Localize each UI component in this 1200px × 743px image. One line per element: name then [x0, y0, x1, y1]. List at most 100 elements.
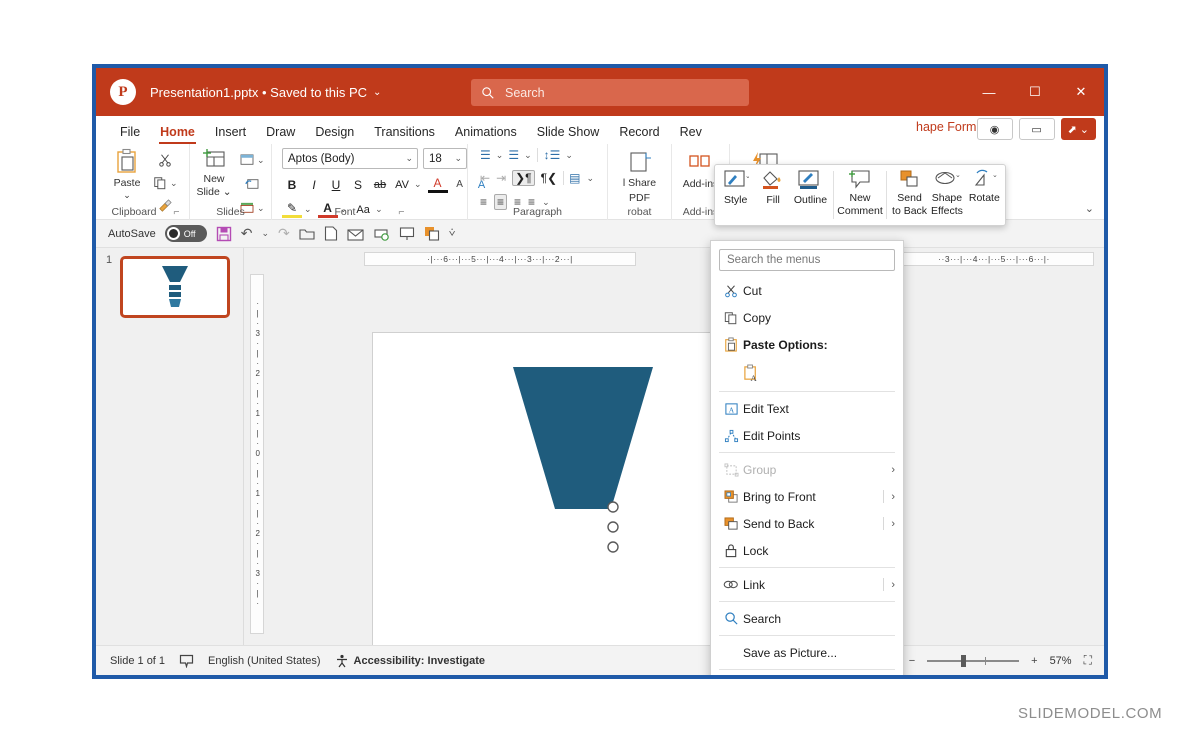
- tab-review[interactable]: Rev: [670, 123, 712, 144]
- align-text-button[interactable]: ¶❮: [541, 171, 558, 185]
- autosave-toggle[interactable]: Off: [164, 225, 207, 242]
- menu-item-label: Search: [743, 611, 782, 626]
- dialog-launcher-icon[interactable]: ⌐: [398, 206, 404, 218]
- accessibility-label[interactable]: Accessibility: Investigate: [354, 655, 485, 667]
- mini-fill-label: Fill: [766, 194, 780, 206]
- new-icon[interactable]: [324, 226, 338, 241]
- zoom-slider[interactable]: [927, 654, 1020, 667]
- tab-record[interactable]: Record: [609, 123, 669, 144]
- email-icon[interactable]: [347, 227, 364, 241]
- share-pdf-label[interactable]: l Share: [623, 177, 656, 189]
- font-size-combo[interactable]: 18 ⌄: [423, 148, 467, 169]
- redo-icon[interactable]: ↷: [278, 225, 290, 242]
- duplicate-icon[interactable]: [424, 226, 440, 241]
- present-icon[interactable]: [399, 226, 415, 241]
- menu-item-link[interactable]: Link ›: [711, 571, 903, 598]
- zoom-in-button[interactable]: +: [1031, 655, 1037, 667]
- menu-item-save-as-picture[interactable]: Save as Picture...: [711, 639, 903, 666]
- chevron-right-icon[interactable]: ›: [891, 579, 895, 591]
- menu-search-input[interactable]: Search the menus: [719, 249, 895, 271]
- mini-rotate-button[interactable]: ⌄ Rotate: [966, 169, 1003, 204]
- mini-outline-button[interactable]: Outline: [792, 169, 829, 206]
- dialog-launcher-icon[interactable]: ⌐: [173, 206, 179, 218]
- add-ins-label[interactable]: Add-ins: [683, 178, 719, 190]
- close-button[interactable]: ✕: [1058, 68, 1104, 116]
- tab-draw[interactable]: Draw: [256, 123, 305, 144]
- search-box[interactable]: Search: [471, 79, 749, 106]
- bullets-button[interactable]: ☰: [480, 148, 491, 162]
- print-preview-icon[interactable]: [373, 226, 390, 241]
- decrease-indent-button[interactable]: ⇤: [480, 171, 490, 185]
- menu-item-search[interactable]: Search: [711, 605, 903, 632]
- record-button[interactable]: ◉: [976, 118, 1013, 140]
- line-spacing-button[interactable]: ↕☰: [536, 148, 560, 162]
- tab-animations[interactable]: Animations: [445, 123, 527, 144]
- collapse-ribbon-icon[interactable]: ⌄: [1085, 202, 1094, 215]
- menu-item-send-to-back[interactable]: Send to Back ›: [711, 510, 903, 537]
- slide-thumbnail-1[interactable]: [120, 256, 230, 318]
- italic-button[interactable]: I: [304, 178, 324, 192]
- zoom-out-button[interactable]: −: [909, 655, 915, 667]
- menu-item-edit-points[interactable]: Edit Points: [711, 422, 903, 449]
- tab-transitions[interactable]: Transitions: [364, 123, 445, 144]
- increase-indent-button[interactable]: ⇥: [496, 171, 506, 185]
- tab-insert[interactable]: Insert: [205, 123, 256, 144]
- numbering-button[interactable]: ☰: [508, 148, 519, 162]
- tab-file[interactable]: File: [110, 123, 150, 144]
- chevron-right-icon[interactable]: ›: [891, 491, 895, 503]
- paste-button[interactable]: Paste ⌄: [104, 148, 150, 201]
- chevron-down-icon[interactable]: ⌄: [414, 179, 422, 190]
- underline-button[interactable]: U: [326, 178, 346, 192]
- mini-style-button[interactable]: ⌄ Style: [717, 169, 754, 206]
- mini-fill-button[interactable]: Fill: [754, 169, 791, 206]
- mini-send-to-back-button[interactable]: Send to Back: [891, 169, 928, 217]
- copy-button[interactable]: ⌄: [153, 172, 187, 194]
- scissors-icon: [159, 154, 171, 167]
- zoom-level-label[interactable]: 57%: [1050, 655, 1072, 667]
- copy-icon: [154, 177, 166, 190]
- open-icon[interactable]: [299, 227, 315, 241]
- cut-button[interactable]: [153, 149, 177, 171]
- zoom-slider-thumb[interactable]: [961, 654, 967, 667]
- tab-home[interactable]: Home: [150, 123, 205, 144]
- comment-button[interactable]: ▭: [1018, 118, 1055, 140]
- undo-icon[interactable]: ↶: [241, 225, 253, 242]
- chevron-down-icon[interactable]: ⌄: [373, 87, 381, 98]
- decrease-font-button[interactable]: A: [450, 179, 470, 190]
- minimize-button[interactable]: —: [966, 68, 1012, 116]
- tab-design[interactable]: Design: [305, 123, 364, 144]
- fit-slide-button[interactable]: ⛶: [1084, 653, 1092, 668]
- reset-button[interactable]: [240, 173, 264, 195]
- menu-item-bring-to-front[interactable]: Bring to Front ›: [711, 483, 903, 510]
- convert-smartart-button[interactable]: ▤: [563, 171, 580, 185]
- save-icon[interactable]: [216, 226, 232, 242]
- tab-slide-show[interactable]: Slide Show: [527, 123, 610, 144]
- maximize-button[interactable]: ☐: [1012, 68, 1058, 116]
- notes-icon[interactable]: [179, 654, 194, 668]
- menu-item-copy[interactable]: Copy: [711, 304, 903, 331]
- chevron-down-icon[interactable]: ⌄: [261, 228, 269, 239]
- menu-item-lock[interactable]: Lock: [711, 537, 903, 564]
- mini-shape-effects-button[interactable]: ⌄ Shape Effects: [928, 169, 965, 217]
- font-name-combo[interactable]: Aptos (Body) ⌄: [282, 148, 418, 169]
- language-label[interactable]: English (United States): [208, 655, 321, 667]
- menu-item-translate[interactable]: a 文 Translate: [711, 673, 903, 675]
- layout-button[interactable]: ⌄: [240, 149, 270, 171]
- text-direction-button[interactable]: ❯¶: [512, 170, 535, 186]
- increase-font-button[interactable]: A: [427, 176, 448, 193]
- funnel-shape[interactable]: [493, 359, 673, 619]
- bold-button[interactable]: B: [282, 178, 302, 192]
- menu-item-label: Bring to Front: [743, 489, 816, 504]
- chevron-right-icon[interactable]: ›: [891, 518, 895, 530]
- menu-paste-option-keep-text[interactable]: A: [711, 358, 903, 388]
- text-shadow-button[interactable]: S: [348, 178, 368, 192]
- selection-handles[interactable]: [605, 499, 621, 569]
- strikethrough-button[interactable]: ab: [370, 179, 390, 191]
- mini-new-comment-button[interactable]: New Comment: [837, 169, 883, 217]
- character-spacing-button[interactable]: AV: [392, 179, 412, 191]
- share-button[interactable]: ⬈ ⌄: [1060, 118, 1096, 140]
- menu-item-edit-text[interactable]: A Edit Text: [711, 395, 903, 422]
- more-icon[interactable]: ⩒: [449, 227, 456, 240]
- new-slide-button[interactable]: New Slide ⌄: [191, 148, 237, 198]
- menu-item-cut[interactable]: Cut: [711, 277, 903, 304]
